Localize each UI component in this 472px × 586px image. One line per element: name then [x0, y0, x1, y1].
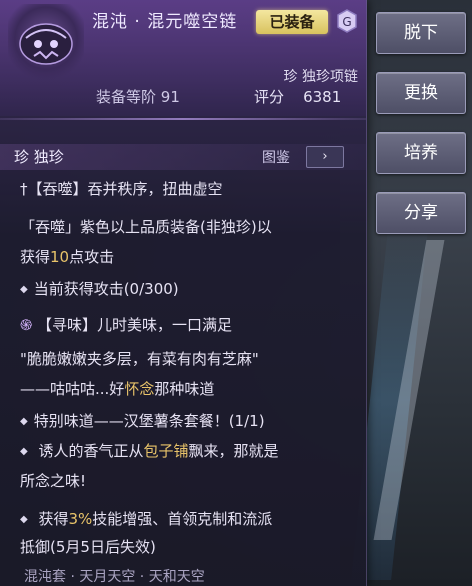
cultivate-button[interactable]: 培养 — [376, 132, 466, 174]
item-portrait-icon — [8, 4, 84, 80]
share-label: 分享 — [404, 203, 438, 223]
effect-line: "脆脆嫩嫩夹多层，有菜有肉有芝麻" — [20, 350, 259, 368]
effect-text: 【寻味】儿时美味，一口满足 — [37, 316, 233, 334]
effect-highlight: 怀念 — [124, 380, 155, 398]
effect-line: 获得10点攻击 — [20, 246, 114, 269]
effect-text: 获得 — [38, 510, 69, 528]
header-divider — [0, 118, 366, 120]
effect-text: 那种味道 — [154, 380, 215, 398]
cultivate-label: 培养 — [404, 143, 438, 163]
level-label: 装备等阶 — [96, 88, 157, 106]
effect-line: 抵御(5月5日后失效) — [20, 538, 156, 556]
effect-line-progress: 当前获得攻击(0/300) — [20, 278, 179, 303]
item-subtype: 珍 独珍项链 — [283, 69, 358, 85]
effect-text: 飘来，那就是 — [188, 442, 279, 460]
effect-line: ——咕咕咕...好怀念那种味道 — [20, 378, 214, 401]
effect-line-title: ֍ 【寻味】儿时美味，一口满足 — [20, 314, 232, 337]
equipped-badge: 已装备 — [256, 10, 328, 34]
equipment-score: 评分 6381 — [254, 86, 341, 107]
level-value: 91 — [160, 88, 180, 106]
codex-label: 图鉴 — [262, 150, 290, 166]
effect-text: ——咕咕咕...好 — [20, 380, 125, 398]
effect-line: 获得3%技能增强、首领克制和流派 — [20, 508, 272, 533]
score-value: 6381 — [303, 88, 342, 106]
effect-text: 技能增强、首领克制和流派 — [92, 510, 273, 528]
effect-line-title: †【吞噬】吞并秩序，扭曲虚空 — [20, 180, 223, 198]
quality-row: 珍 独珍 图鉴 › — [0, 144, 366, 170]
effect-line: 诱人的香气正从包子铺飘来，那就是 — [20, 440, 279, 465]
share-button[interactable]: 分享 — [376, 192, 466, 234]
effect-value: 10 — [50, 248, 70, 266]
set-footer: 混沌套 · 天月天空 · 天和天空 — [24, 569, 205, 585]
effect-text: 点攻击 — [69, 248, 115, 266]
gear-icon[interactable]: G — [334, 8, 360, 34]
effect-highlight: 3% — [68, 510, 93, 528]
quality-label: 珍 独珍 — [14, 148, 64, 166]
effect-line: 所念之味! — [20, 472, 87, 490]
effect-text: 诱人的香气正从 — [38, 442, 144, 460]
swirl-icon: ֍ — [20, 316, 33, 334]
replace-button[interactable]: 更换 — [376, 72, 466, 114]
item-name: 混沌 · 混元噬空链 — [92, 12, 238, 32]
effect-text: 获得 — [20, 248, 51, 266]
equipment-level: 装备等阶 91 — [96, 86, 180, 107]
effect-line: 「吞噬」紫色以上品质装备(非独珍)以 — [20, 218, 272, 236]
unequip-button[interactable]: 脱下 — [376, 12, 466, 54]
codex-button[interactable]: › — [306, 146, 344, 168]
effect-highlight: 包子铺 — [143, 442, 189, 460]
score-label: 评分 — [254, 88, 285, 106]
item-tooltip-panel: 混沌 · 混元噬空链 已装备 G 珍 独珍项链 装备等阶 91 评分 6381 … — [0, 0, 367, 586]
svg-text:G: G — [342, 15, 351, 29]
effect-line: 特别味道——汉堡薯条套餐！(1/1) — [20, 410, 265, 435]
stats-row: 装备等阶 91 评分 6381 — [0, 86, 366, 110]
